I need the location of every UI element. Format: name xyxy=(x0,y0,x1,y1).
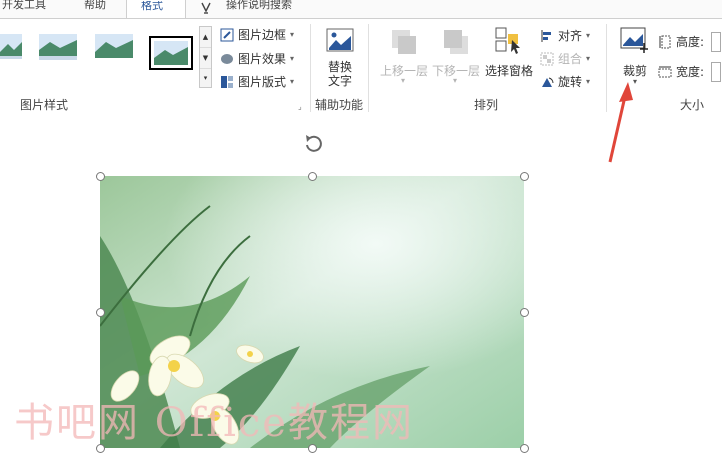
height-icon xyxy=(658,35,672,49)
chevron-down-icon: ▾ xyxy=(453,76,458,85)
group-button[interactable]: 组合 ▾ xyxy=(540,50,590,67)
annotation-arrow xyxy=(608,82,633,163)
gallery-scroll[interactable]: ▲ ▼ ▾ xyxy=(199,26,212,88)
group-icon xyxy=(540,52,554,66)
width-icon xyxy=(658,65,672,79)
lightbulb-icon xyxy=(200,0,212,14)
align-label: 对齐 xyxy=(558,29,583,43)
rotate-button[interactable]: 旋转 ▾ xyxy=(540,73,590,90)
gallery-up-icon[interactable]: ▲ xyxy=(200,27,211,47)
gallery-more-icon[interactable]: ▾ xyxy=(200,68,211,87)
resize-handle-s[interactable] xyxy=(308,444,317,453)
picture-effects-label: 图片效果 xyxy=(238,52,287,66)
width-row: 宽度: xyxy=(658,63,704,80)
align-button[interactable]: 对齐 ▾ xyxy=(540,27,590,44)
effects-icon xyxy=(220,52,234,66)
style-thumb-2[interactable] xyxy=(38,30,78,62)
width-input[interactable] xyxy=(711,62,721,82)
group-label-size: 大小 xyxy=(680,98,705,112)
resize-handle-nw[interactable] xyxy=(96,172,105,181)
group-label-picture-styles: 图片样式 xyxy=(20,98,69,112)
group-label: 组合 xyxy=(558,52,583,66)
tab-format-active[interactable]: 格式 xyxy=(126,0,186,19)
bring-forward-icon xyxy=(388,26,418,56)
tab-developer[interactable]: 开发工具 xyxy=(2,0,58,16)
height-label: 高度: xyxy=(676,35,705,49)
rotate-icon xyxy=(540,75,554,89)
style-thumb-4-selected[interactable] xyxy=(149,36,193,70)
tab-format-label: 格式 xyxy=(141,1,163,12)
group-label-arrange: 排列 xyxy=(474,98,499,112)
alt-text-icon[interactable] xyxy=(326,28,354,58)
alt-text-button[interactable]: 替换 文字 xyxy=(322,60,358,88)
width-label: 宽度: xyxy=(676,65,705,79)
height-input[interactable] xyxy=(711,32,721,52)
style-thumb-1[interactable] xyxy=(0,30,22,62)
watermark-text: 书吧网 Office教程网 xyxy=(14,400,414,446)
pen-icon xyxy=(220,28,234,42)
dialog-launcher-icon[interactable]: ⌟ xyxy=(298,102,302,111)
separator xyxy=(368,24,369,112)
align-icon xyxy=(540,29,554,43)
resize-handle-sw[interactable] xyxy=(96,444,105,453)
chevron-down-icon: ▾ xyxy=(401,76,406,85)
alt-text-line1: 替换 xyxy=(327,60,352,74)
send-backward-icon xyxy=(440,26,470,56)
picture-border-button[interactable]: 图片边框 ▾ xyxy=(220,26,294,43)
picture-effects-button[interactable]: 图片效果 ▾ xyxy=(220,50,294,67)
tell-me-search[interactable]: 操作说明搜索 xyxy=(226,0,302,16)
rotate-label: 旋转 xyxy=(558,75,583,89)
crop-icon xyxy=(620,27,650,57)
picture-layout-label: 图片版式 xyxy=(238,75,287,89)
layout-icon xyxy=(220,75,234,89)
resize-handle-ne[interactable] xyxy=(520,172,529,181)
tab-help[interactable]: 帮助 xyxy=(84,0,114,16)
alt-text-line2: 文字 xyxy=(327,74,352,88)
separator xyxy=(310,24,311,112)
picture-border-label: 图片边框 xyxy=(238,28,287,42)
resize-handle-n[interactable] xyxy=(308,172,317,181)
style-thumb-3[interactable] xyxy=(94,30,134,62)
group-label-accessibility: 辅助功能 xyxy=(315,98,364,112)
resize-handle-e[interactable] xyxy=(520,308,529,317)
picture-layout-button[interactable]: 图片版式 ▾ xyxy=(220,73,294,90)
resize-handle-se[interactable] xyxy=(520,444,529,453)
selection-pane-icon xyxy=(494,26,522,56)
selection-pane-button[interactable]: 选择窗格 xyxy=(482,62,536,79)
rotate-handle-icon[interactable] xyxy=(302,133,324,155)
resize-handle-w[interactable] xyxy=(96,308,105,317)
height-row: 高度: xyxy=(658,33,704,50)
gallery-down-icon[interactable]: ▼ xyxy=(200,47,211,68)
